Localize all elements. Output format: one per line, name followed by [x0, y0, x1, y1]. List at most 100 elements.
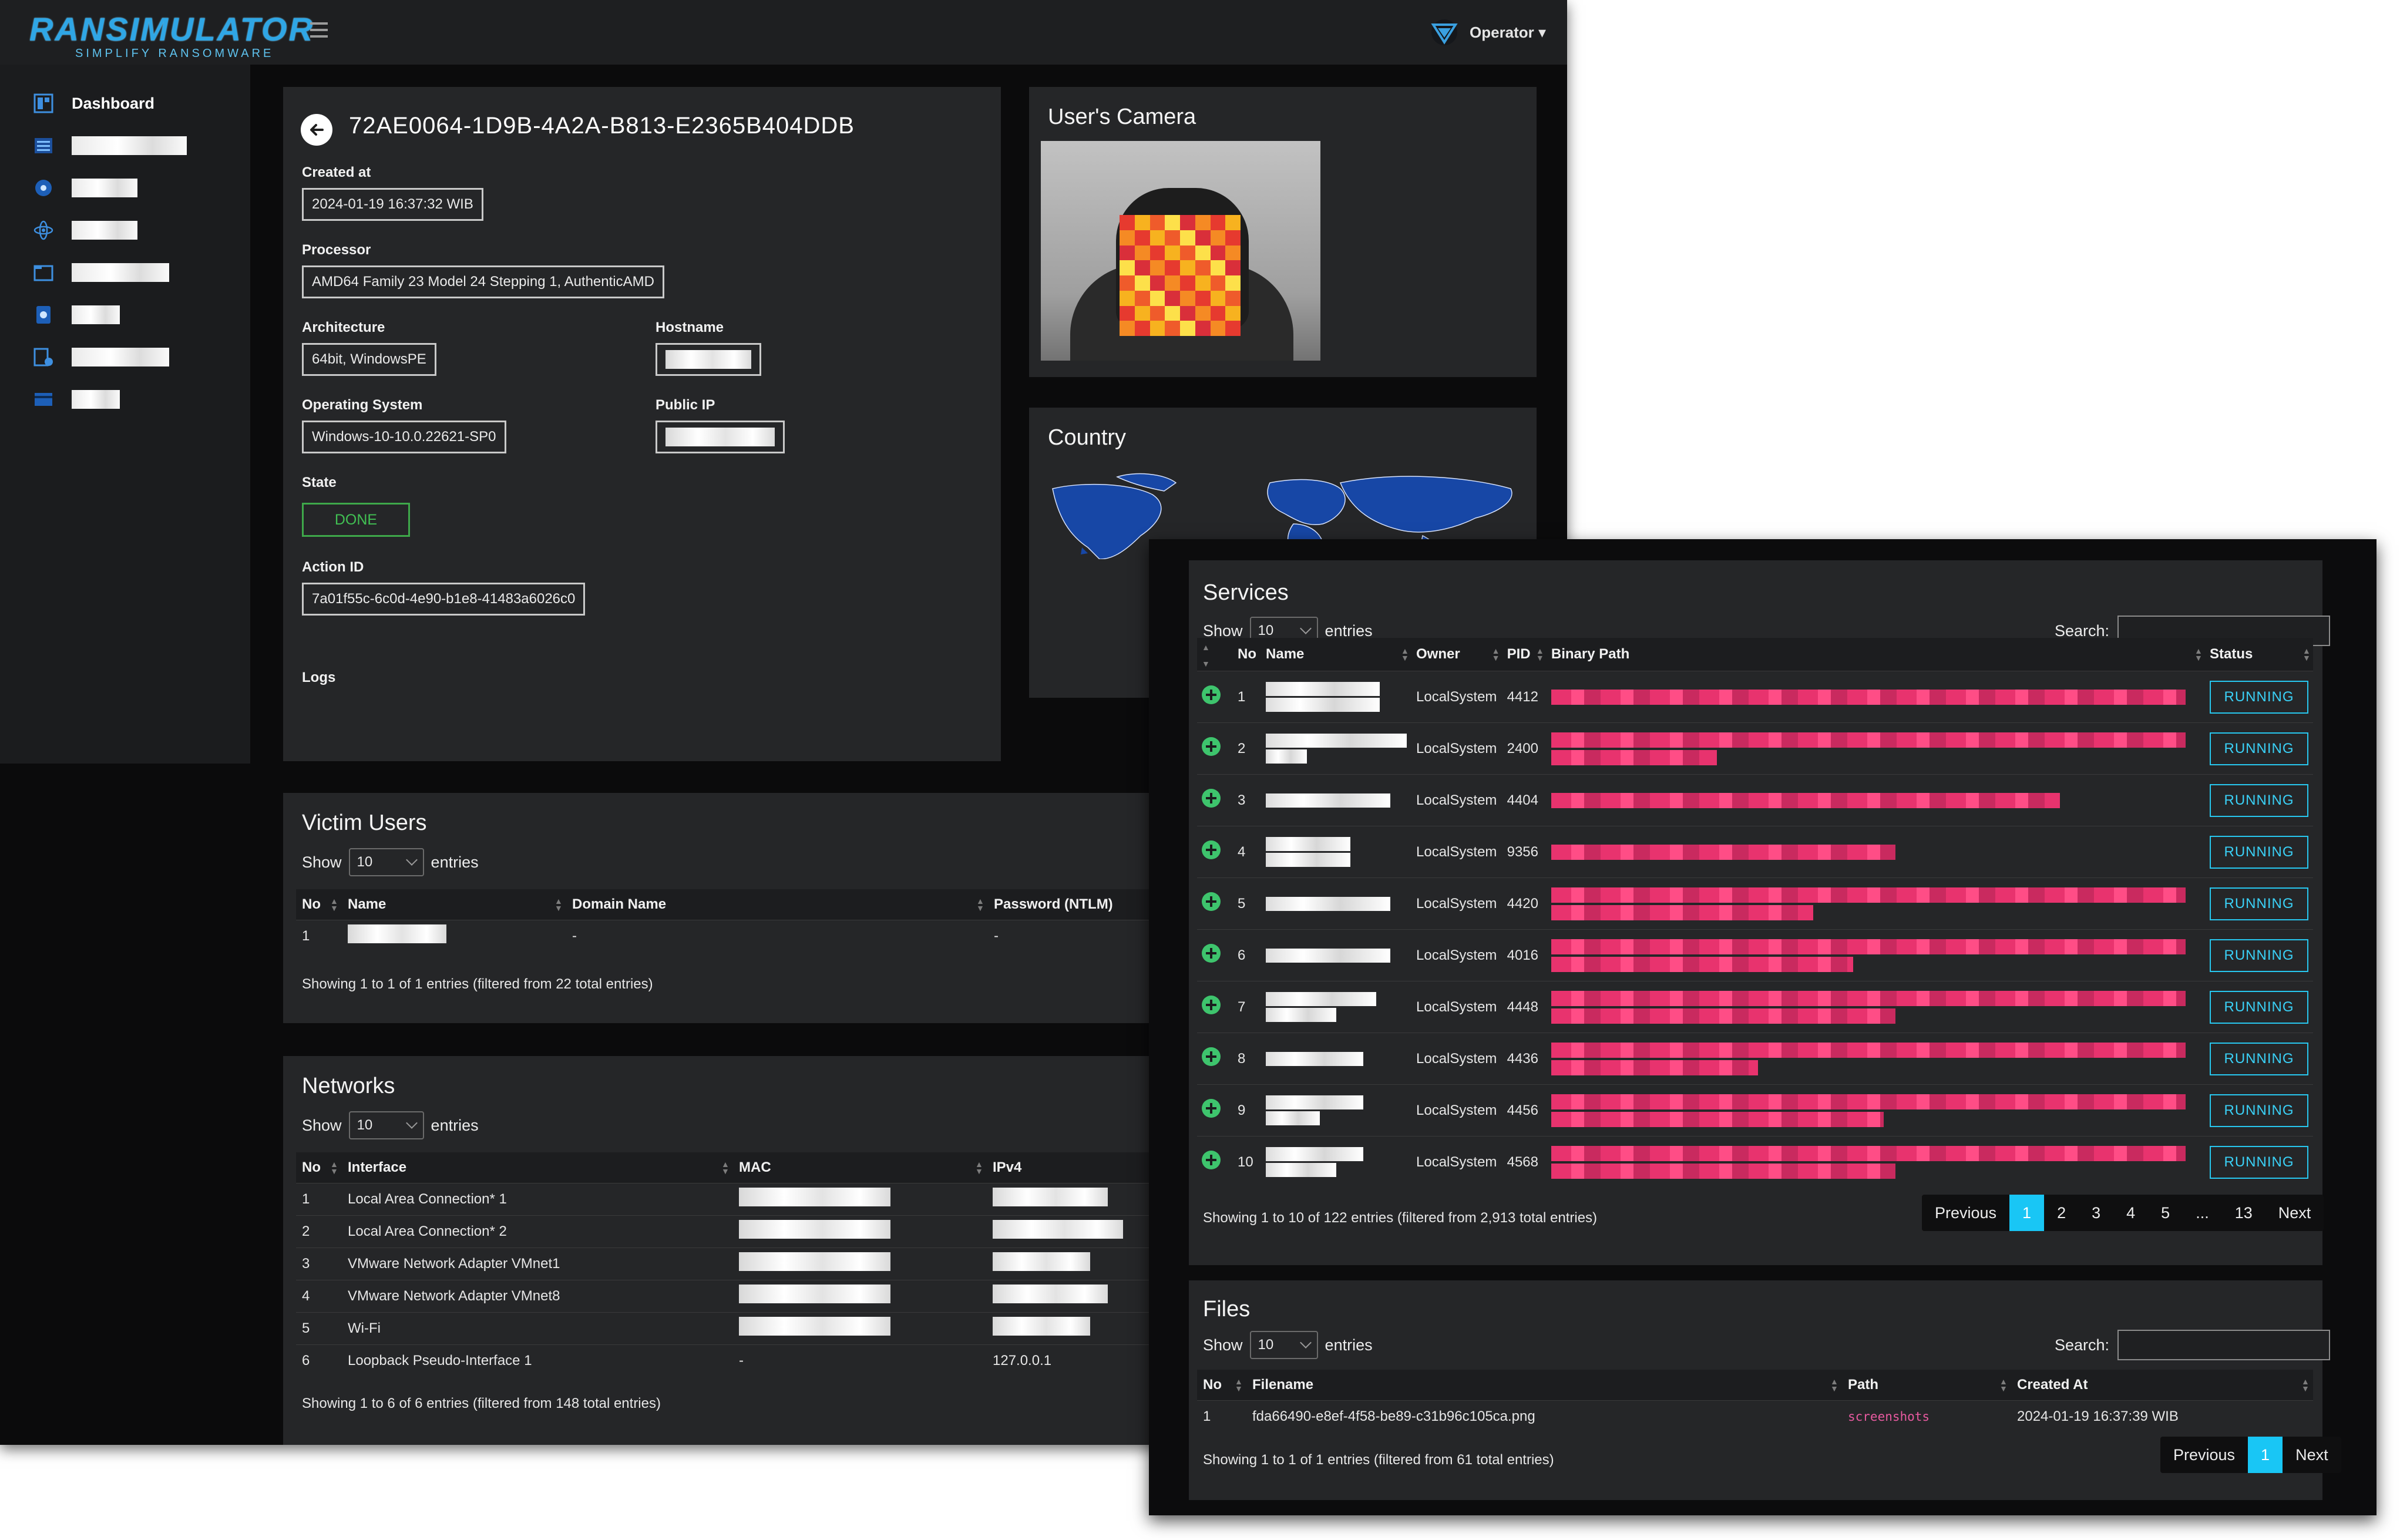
- status-badge[interactable]: RUNNING: [2210, 887, 2308, 920]
- page-5-button[interactable]: 5: [2148, 1195, 2183, 1231]
- redacted-value: [993, 1252, 1090, 1271]
- page-1-button[interactable]: 1: [2248, 1437, 2283, 1473]
- table-info: Showing 1 to 1 of 1 entries (filtered fr…: [302, 976, 653, 992]
- camera-panel: User's Camera: [1029, 87, 1537, 377]
- expand-row-icon[interactable]: [1202, 737, 1221, 756]
- chevron-down-icon: [405, 854, 418, 866]
- table-row: 4 LocalSystem 9356 RUNNING: [1197, 826, 2313, 878]
- column-header-created-at[interactable]: Created At ▲ ▼: [2011, 1370, 2313, 1400]
- column-header-status[interactable]: Status ▲ ▼: [2205, 638, 2313, 671]
- action-id-label: Action ID: [302, 559, 364, 575]
- redacted-path: [1551, 887, 2186, 903]
- redacted-value: [993, 1220, 1123, 1239]
- menu-toggle-icon[interactable]: [310, 22, 328, 38]
- prev-page-button[interactable]: Previous: [1922, 1195, 2009, 1231]
- column-header-path[interactable]: Path ▲ ▼: [1842, 1370, 2011, 1400]
- table-row: 5 Wi-Fi: [296, 1312, 1164, 1344]
- search-label: Search:: [2055, 1336, 2110, 1354]
- sort-icon: ▲ ▼: [1830, 1376, 1838, 1393]
- sidebar-item-dashboard[interactable]: Dashboard: [33, 92, 154, 115]
- page-4-button[interactable]: 4: [2113, 1195, 2148, 1231]
- status-badge[interactable]: RUNNING: [2210, 939, 2308, 972]
- entries-length-control: Show 10 entries: [1203, 1331, 1373, 1359]
- status-badge[interactable]: RUNNING: [2210, 1145, 2308, 1179]
- column-header-control[interactable]: ▲ ▼: [1197, 638, 1233, 671]
- column-header-password[interactable]: Password (NTLM): [988, 889, 1164, 920]
- status-badge[interactable]: RUNNING: [2210, 835, 2308, 869]
- brand-logo[interactable]: RANSIMULATOR SIMPLIFY RANSOMWARE: [29, 13, 312, 60]
- victim-detail-panel: 72AE0064-1D9B-4A2A-B813-E2365B404DDB Cre…: [283, 87, 1001, 761]
- column-header-mac[interactable]: MAC ▲ ▼: [733, 1152, 987, 1183]
- redacted-value: [739, 1188, 890, 1206]
- column-header-owner[interactable]: Owner ▲ ▼: [1411, 638, 1502, 671]
- expand-row-icon[interactable]: [1202, 944, 1221, 963]
- search-input[interactable]: [2117, 1330, 2331, 1360]
- entries-select[interactable]: 10: [348, 1111, 424, 1139]
- prev-page-button[interactable]: Previous: [2160, 1437, 2248, 1473]
- sidebar-item-8[interactable]: [33, 388, 120, 411]
- expand-row-icon[interactable]: [1202, 892, 1221, 911]
- status-badge[interactable]: RUNNING: [2210, 784, 2308, 817]
- page-13-button[interactable]: 13: [2222, 1195, 2265, 1231]
- column-header-no[interactable]: No ▲ ▼: [296, 1152, 342, 1183]
- entries-select[interactable]: 10: [1249, 1331, 1318, 1359]
- files-title: Files: [1203, 1297, 1251, 1322]
- state-badge: DONE: [302, 503, 410, 537]
- sidebar-item-6[interactable]: [33, 303, 120, 327]
- networks-panel: Networks Show 10 entries No ▲ ▼ Interface ▲…: [283, 1056, 1164, 1445]
- next-page-button[interactable]: Next: [2265, 1195, 2324, 1231]
- processor-label: Processor: [302, 242, 371, 258]
- next-page-button[interactable]: Next: [2283, 1437, 2341, 1473]
- page-1-button[interactable]: 1: [2009, 1195, 2045, 1231]
- column-header-name[interactable]: Name ▲ ▼: [1261, 638, 1412, 671]
- column-header-ipv4[interactable]: IPv4: [987, 1152, 1164, 1183]
- expand-row-icon[interactable]: [1202, 1099, 1221, 1118]
- expand-row-icon[interactable]: [1202, 789, 1221, 808]
- path-link[interactable]: screenshots: [1842, 1400, 2011, 1433]
- page-3-button[interactable]: 3: [2079, 1195, 2113, 1231]
- chevron-down-icon: [1299, 623, 1312, 634]
- column-header-no[interactable]: No: [1233, 638, 1262, 671]
- column-header-domain[interactable]: Domain Name ▲ ▼: [566, 889, 988, 920]
- column-header-name[interactable]: Name ▲ ▼: [342, 889, 566, 920]
- sidebar-item-2[interactable]: [33, 134, 187, 157]
- redacted-path: [1551, 689, 2186, 705]
- status-badge[interactable]: RUNNING: [2210, 732, 2308, 765]
- status-badge[interactable]: RUNNING: [2210, 990, 2308, 1024]
- expand-row-icon[interactable]: [1202, 685, 1221, 704]
- operator-avatar-icon[interactable]: [1428, 19, 1460, 46]
- os-field: Windows-10-10.0.22621-SP0: [302, 421, 506, 453]
- redacted-value: [1266, 1111, 1320, 1125]
- status-badge[interactable]: RUNNING: [2210, 1042, 2308, 1075]
- operator-menu[interactable]: Operator ▾: [1470, 23, 1546, 42]
- networks-title: Networks: [302, 1074, 395, 1098]
- camera-snapshot[interactable]: [1041, 141, 1320, 361]
- redacted-path: [1551, 844, 1895, 860]
- column-header-interface[interactable]: Interface ▲ ▼: [342, 1152, 733, 1183]
- status-badge[interactable]: RUNNING: [2210, 1094, 2308, 1127]
- sidebar-item-4[interactable]: [33, 218, 137, 242]
- redacted-value: [993, 1188, 1108, 1206]
- column-header-no[interactable]: No ▲ ▼: [1197, 1370, 1246, 1400]
- column-header-filename[interactable]: Filename ▲ ▼: [1246, 1370, 1842, 1400]
- redacted-value: [993, 1317, 1090, 1336]
- ellipsis: ...: [2196, 1203, 2209, 1222]
- sidebar-item-5[interactable]: [33, 261, 169, 284]
- page-2-button[interactable]: 2: [2044, 1195, 2079, 1231]
- expand-row-icon[interactable]: [1202, 996, 1221, 1014]
- expand-row-icon[interactable]: [1202, 1151, 1221, 1170]
- table-row: 10 LocalSystem 4568 RUNNING: [1197, 1136, 2313, 1188]
- entries-select[interactable]: 10: [348, 848, 424, 876]
- sidebar-item-3[interactable]: [33, 176, 137, 200]
- sidebar-item-7[interactable]: [33, 345, 169, 369]
- expand-row-icon[interactable]: [1202, 1047, 1221, 1066]
- column-header-binary-path[interactable]: Binary Path ▲ ▼: [1546, 638, 2205, 671]
- table-row: 2 LocalSystem 2400 RUNNING: [1197, 722, 2313, 775]
- sort-icon: ▲ ▼: [2301, 1376, 2310, 1393]
- status-badge[interactable]: RUNNING: [2210, 680, 2308, 714]
- expand-row-icon[interactable]: [1202, 840, 1221, 859]
- action-id-field: 7a01f55c-6c0d-4e90-b1e8-41483a6026c0: [302, 583, 586, 616]
- back-button[interactable]: [301, 114, 332, 146]
- column-header-pid[interactable]: PID ▲ ▼: [1502, 638, 1547, 671]
- column-header-no[interactable]: No ▲ ▼: [296, 889, 342, 920]
